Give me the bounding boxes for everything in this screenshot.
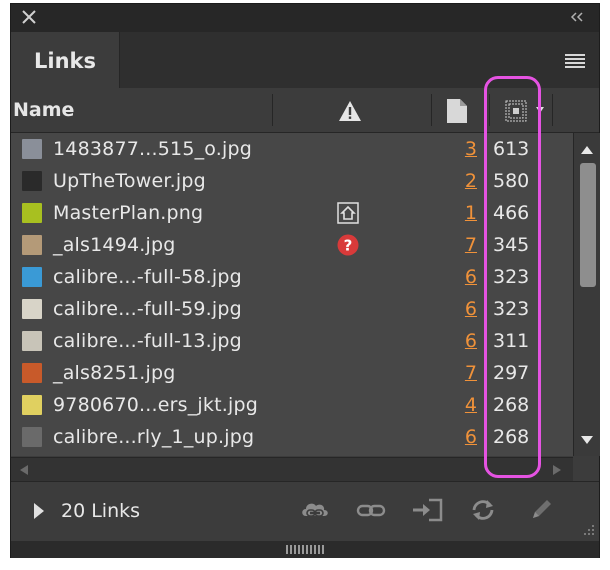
link-thumbnail [22,299,42,319]
link-thumbnail [22,203,42,223]
page-number-link[interactable]: 6 [451,325,477,357]
modified-link-icon[interactable] [337,202,359,224]
page-number-link[interactable]: 4 [451,389,477,421]
link-name: calibre...-full-59.jpg [53,298,242,320]
link-thumbnail [22,171,42,191]
page-icon[interactable] [446,98,468,124]
link-thumbnail [22,427,42,447]
link-name: UpTheTower.jpg [53,170,206,192]
page-number-link[interactable]: 7 [451,357,477,389]
page-number-link[interactable]: 7 [451,229,477,261]
collapse-panel-icon[interactable] [569,11,585,23]
tab-row: Links [11,32,599,89]
link-thumbnail [22,235,42,255]
column-divider[interactable] [489,94,490,126]
close-icon[interactable] [20,8,38,26]
column-divider[interactable] [272,94,273,126]
link-row[interactable]: 1483877...515_o.jpg 3 613 [11,133,573,165]
effective-ppi-value: 268 [493,426,530,448]
link-name: calibre...rly_1_up.jpg [53,426,255,448]
link-thumbnail [22,395,42,415]
effective-ppi-value: 268 [493,394,530,416]
link-row[interactable]: calibre...rly_1_up.jpg 6 268 [11,421,573,453]
links-panel: Links Name 1483877...515_o.jpg 3 613 UpT… [10,3,600,558]
scroll-right-icon[interactable] [552,464,562,476]
vertical-scroll-thumb[interactable] [580,163,596,287]
link-row[interactable]: UpTheTower.jpg 2 580 [11,165,573,197]
resize-grip-icon[interactable] [581,522,595,536]
link-thumbnail [22,363,42,383]
page-number-link[interactable]: 6 [451,421,477,453]
link-thumbnail [22,331,42,351]
link-row[interactable]: 9780670...ers_jkt.jpg 4 268 [11,389,573,421]
go-to-link-icon[interactable] [411,498,443,522]
page-number-link[interactable]: 2 [451,165,477,197]
panel-menu-icon[interactable] [565,54,585,68]
effective-ppi-value: 466 [493,202,530,224]
links-list: 1483877...515_o.jpg 3 613 UpTheTower.jpg 2 58… [11,133,573,456]
horizontal-scrollbar[interactable] [11,457,573,482]
links-count: 20 Links [61,500,141,522]
effective-ppi-value: 297 [493,362,530,384]
effective-ppi-value: 613 [493,138,530,160]
link-name: _als1494.jpg [53,234,176,256]
column-divider[interactable] [552,94,553,126]
panel-resize-bar[interactable] [11,541,599,558]
link-row[interactable]: MasterPlan.png 1 466 [11,197,573,229]
link-name: 9780670...ers_jkt.jpg [53,394,259,416]
column-divider[interactable] [431,94,432,126]
drag-handle-icon[interactable] [286,545,326,554]
cloud-link-icon[interactable] [299,498,331,522]
page-number-link[interactable]: 3 [451,133,477,165]
panel-footer: 20 Links [11,481,599,542]
scroll-up-icon[interactable] [580,145,594,155]
link-name: _als8251.jpg [53,362,176,384]
vertical-scrollbar[interactable] [573,133,600,456]
link-row[interactable]: calibre...-full-59.jpg 6 323 [11,293,573,325]
effective-ppi-value: 345 [493,234,530,256]
column-name-header[interactable]: Name [13,88,74,132]
effective-ppi-value: 311 [493,330,530,352]
link-row[interactable]: calibre...-full-58.jpg 6 323 [11,261,573,293]
scroll-left-icon[interactable] [19,464,29,476]
warning-icon[interactable] [338,100,362,122]
link-thumbnail [22,267,42,287]
effective-ppi-value: 580 [493,170,530,192]
link-name: calibre...-full-13.jpg [53,330,242,352]
panel-titlebar [11,4,599,32]
page-number-link[interactable]: 6 [451,261,477,293]
link-name: MasterPlan.png [53,202,204,224]
effective-ppi-icon[interactable] [505,100,527,122]
page-number-link[interactable]: 1 [451,197,477,229]
page-number-link[interactable]: 6 [451,293,477,325]
tab-links[interactable]: Links [11,32,120,89]
link-row[interactable]: _als8251.jpg 7 297 [11,357,573,389]
update-link-icon[interactable] [467,498,499,522]
column-header: Name [11,88,599,133]
link-row[interactable]: calibre...-full-13.jpg 6 311 [11,325,573,357]
effective-ppi-value: 323 [493,298,530,320]
edit-original-icon[interactable] [525,498,557,522]
effective-ppi-value: 323 [493,266,530,288]
link-name: calibre...-full-58.jpg [53,266,242,288]
chevron-down-icon[interactable] [535,106,545,114]
relink-icon[interactable] [355,498,387,522]
link-row[interactable]: _als1494.jpg? 7 345 [11,229,573,261]
svg-text:?: ? [344,237,353,255]
link-thumbnail [22,139,42,159]
scroll-down-icon[interactable] [580,435,594,445]
missing-link-icon[interactable]: ? [337,234,359,256]
expand-triangle-icon[interactable] [33,502,45,520]
link-name: 1483877...515_o.jpg [53,138,253,160]
